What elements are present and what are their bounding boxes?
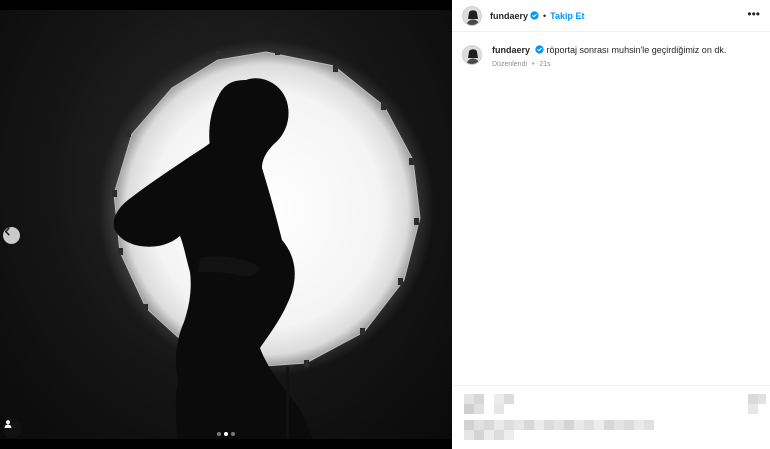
caption-username[interactable]: fundaery: [492, 45, 530, 55]
slide-dot-active: [224, 432, 228, 436]
separator-dot: •: [531, 61, 535, 68]
post-media: [0, 0, 452, 449]
caption-line: fundaery röportaj sonrası muhsin'le geçi…: [492, 44, 726, 56]
user-tag-icon: [4, 420, 12, 428]
caption-avatar[interactable]: [462, 45, 482, 65]
post-time[interactable]: 21s: [539, 61, 550, 68]
caption-text: röportaj sonrası muhsin'le geçirdiğimiz …: [546, 45, 727, 55]
avatar-image: [463, 6, 481, 25]
avatar-image: [463, 46, 481, 64]
follow-button[interactable]: Takip Et: [550, 11, 584, 21]
author-avatar[interactable]: [462, 5, 482, 26]
verified-badge-icon: [534, 45, 544, 54]
obscured-actions-area: [452, 385, 770, 449]
post-sidebar: fundaery • Takip Et ••• fundaery röporta…: [452, 0, 770, 449]
slide-dot: [231, 432, 235, 436]
slide-dot: [217, 432, 221, 436]
more-options-icon[interactable]: •••: [747, 8, 760, 20]
previous-slide-button[interactable]: [3, 227, 20, 244]
caption-body: fundaery röportaj sonrası muhsin'le geçi…: [492, 44, 726, 68]
caption-meta: Düzenlendi • 21s: [492, 61, 726, 68]
header-separator: •: [543, 10, 547, 21]
edited-label: Düzenlendi: [492, 61, 528, 68]
post-photo[interactable]: [0, 10, 452, 439]
chevron-left-icon: [4, 227, 10, 236]
photo-artwork: [98, 40, 434, 439]
caption: fundaery röportaj sonrası muhsin'le geçi…: [462, 44, 762, 68]
verified-badge-icon: [530, 11, 539, 20]
post-header: fundaery • Takip Et •••: [452, 0, 770, 32]
author-username[interactable]: fundaery: [490, 11, 528, 21]
slide-indicator: [0, 432, 452, 436]
